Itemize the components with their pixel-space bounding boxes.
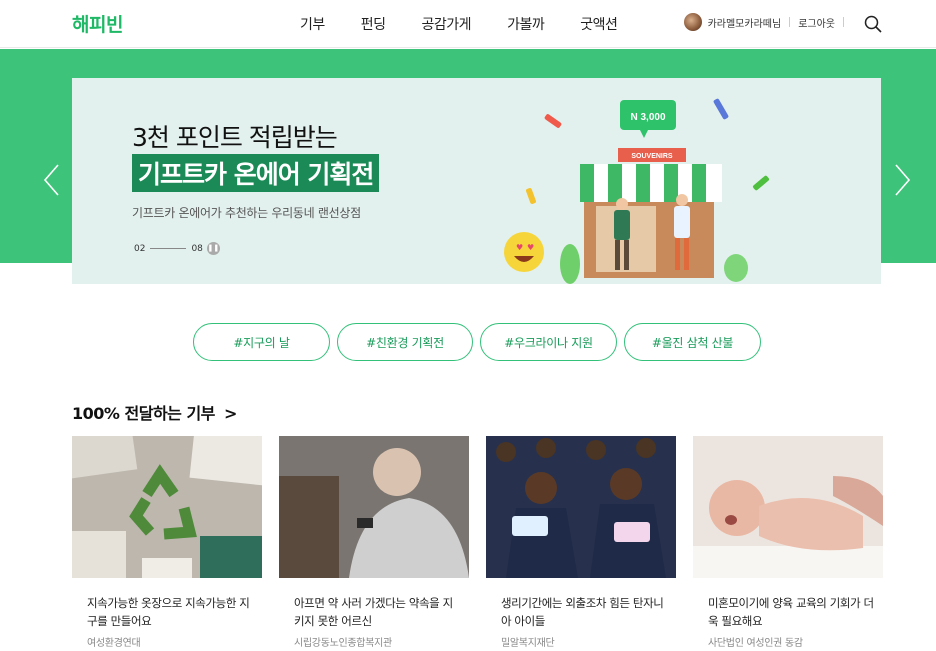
nav-donate[interactable]: 기부 xyxy=(300,14,325,34)
recycle-image xyxy=(72,436,262,578)
hashtag-eco[interactable]: #친환경 기획전 xyxy=(337,323,473,361)
header: 해피빈 기부 펀딩 공감가게 가볼까 굿액션 카라멜모카라떼님 로그아웃 xyxy=(0,0,936,48)
main-nav: 기부 펀딩 공감가게 가볼까 굿액션 xyxy=(300,14,653,34)
hashtag-earth-day[interactable]: #지구의 날 xyxy=(193,323,330,361)
elderly-person-image xyxy=(279,436,469,578)
baby-image xyxy=(693,436,883,578)
card-organization: 시립강동노인종합복지관 xyxy=(294,638,392,649)
store-illustration: N 3,000 SOUVENIRS ♥ ♥ xyxy=(504,98,770,284)
students-image xyxy=(486,436,676,578)
card-image[interactable] xyxy=(486,436,676,578)
card-organization: 밀알복지재단 xyxy=(501,638,555,649)
price-tag: N 3,000 xyxy=(630,112,665,123)
section-title[interactable]: 100% 전달하는 기부 > xyxy=(72,400,237,424)
donation-card-list: 지속가능한 옷장으로 지속가능한 지구를 만들어요 여성환경연대 아프면 약 사… xyxy=(72,436,900,649)
pager-current: 02 xyxy=(134,243,146,254)
nav-visit[interactable]: 가볼까 xyxy=(507,14,545,34)
card-organization: 사단법인 여성인권 동감 xyxy=(708,638,803,649)
user-name[interactable]: 카라멜모카라떼님 xyxy=(708,15,782,30)
pause-icon[interactable]: ❚❚ xyxy=(206,242,220,255)
divider xyxy=(843,17,844,27)
pager-line xyxy=(150,248,187,249)
logo[interactable]: 해피빈 xyxy=(72,10,123,37)
chevron-right-icon: > xyxy=(223,404,237,423)
divider xyxy=(789,17,791,27)
user-menu: 카라멜모카라떼님 로그아웃 xyxy=(683,13,852,31)
card-title[interactable]: 생리기간에는 외출조차 힘든 탄자니아 아이들 xyxy=(501,594,669,630)
hashtag-ukraine[interactable]: #우크라이나 지원 xyxy=(480,323,617,361)
card-organization: 여성환경연대 xyxy=(87,638,141,649)
card-image[interactable] xyxy=(693,436,883,578)
donation-card[interactable]: 생리기간에는 외출조차 힘든 탄자니아 아이들 밀알복지재단 xyxy=(486,436,676,649)
banner-subtitle: 기프트카 온에어가 추천하는 우리동네 랜선상점 xyxy=(132,206,361,220)
donation-card[interactable]: 지속가능한 옷장으로 지속가능한 지구를 만들어요 여성환경연대 xyxy=(72,436,262,649)
avatar[interactable] xyxy=(683,13,702,31)
next-arrow-icon[interactable] xyxy=(892,163,912,197)
svg-text:♥: ♥ xyxy=(527,243,534,252)
hashtag-wildfire[interactable]: #울진 삼척 산불 xyxy=(624,323,761,361)
svg-text:♥: ♥ xyxy=(516,243,523,252)
nav-store[interactable]: 공감가게 xyxy=(422,14,472,34)
donation-card[interactable]: 미혼모이기에 양육 교육의 기회가 더욱 필요해요 사단법인 여성인권 동감 xyxy=(693,436,883,649)
banner-pager: 02 08 ❚❚ xyxy=(134,242,220,255)
hero-banner[interactable]: 3천 포인트 적립받는 기프트카 온에어 기획전 기프트카 온에어가 추천하는 … xyxy=(72,78,881,284)
nav-funding[interactable]: 펀딩 xyxy=(361,14,386,34)
donation-card[interactable]: 아프면 약 사러 가겠다는 약속을 지키지 못한 어르신 시립강동노인종합복지관 xyxy=(279,436,469,649)
card-title[interactable]: 아프면 약 사러 가겠다는 약속을 지키지 못한 어르신 xyxy=(294,594,462,630)
search-icon[interactable] xyxy=(864,15,882,33)
prev-arrow-icon[interactable] xyxy=(42,163,62,197)
card-image[interactable] xyxy=(279,436,469,578)
banner-highlight-title: 기프트카 온에어 기획전 xyxy=(132,154,380,192)
card-title[interactable]: 지속가능한 옷장으로 지속가능한 지구를 만들어요 xyxy=(87,594,255,630)
card-image[interactable] xyxy=(72,436,262,578)
section-title-text: 100% 전달하는 기부 xyxy=(72,404,215,423)
nav-good-action[interactable]: 굿액션 xyxy=(580,14,618,34)
pager-total: 08 xyxy=(191,243,203,254)
hashtag-list: #지구의 날 #친환경 기획전 #우크라이나 지원 #울진 삼척 산불 xyxy=(193,323,768,361)
banner-title: 3천 포인트 적립받는 xyxy=(132,123,338,152)
store-sign: SOUVENIRS xyxy=(631,153,673,160)
card-title[interactable]: 미혼모이기에 양육 교육의 기회가 더욱 필요해요 xyxy=(708,594,876,630)
logout-link[interactable]: 로그아웃 xyxy=(798,15,835,30)
